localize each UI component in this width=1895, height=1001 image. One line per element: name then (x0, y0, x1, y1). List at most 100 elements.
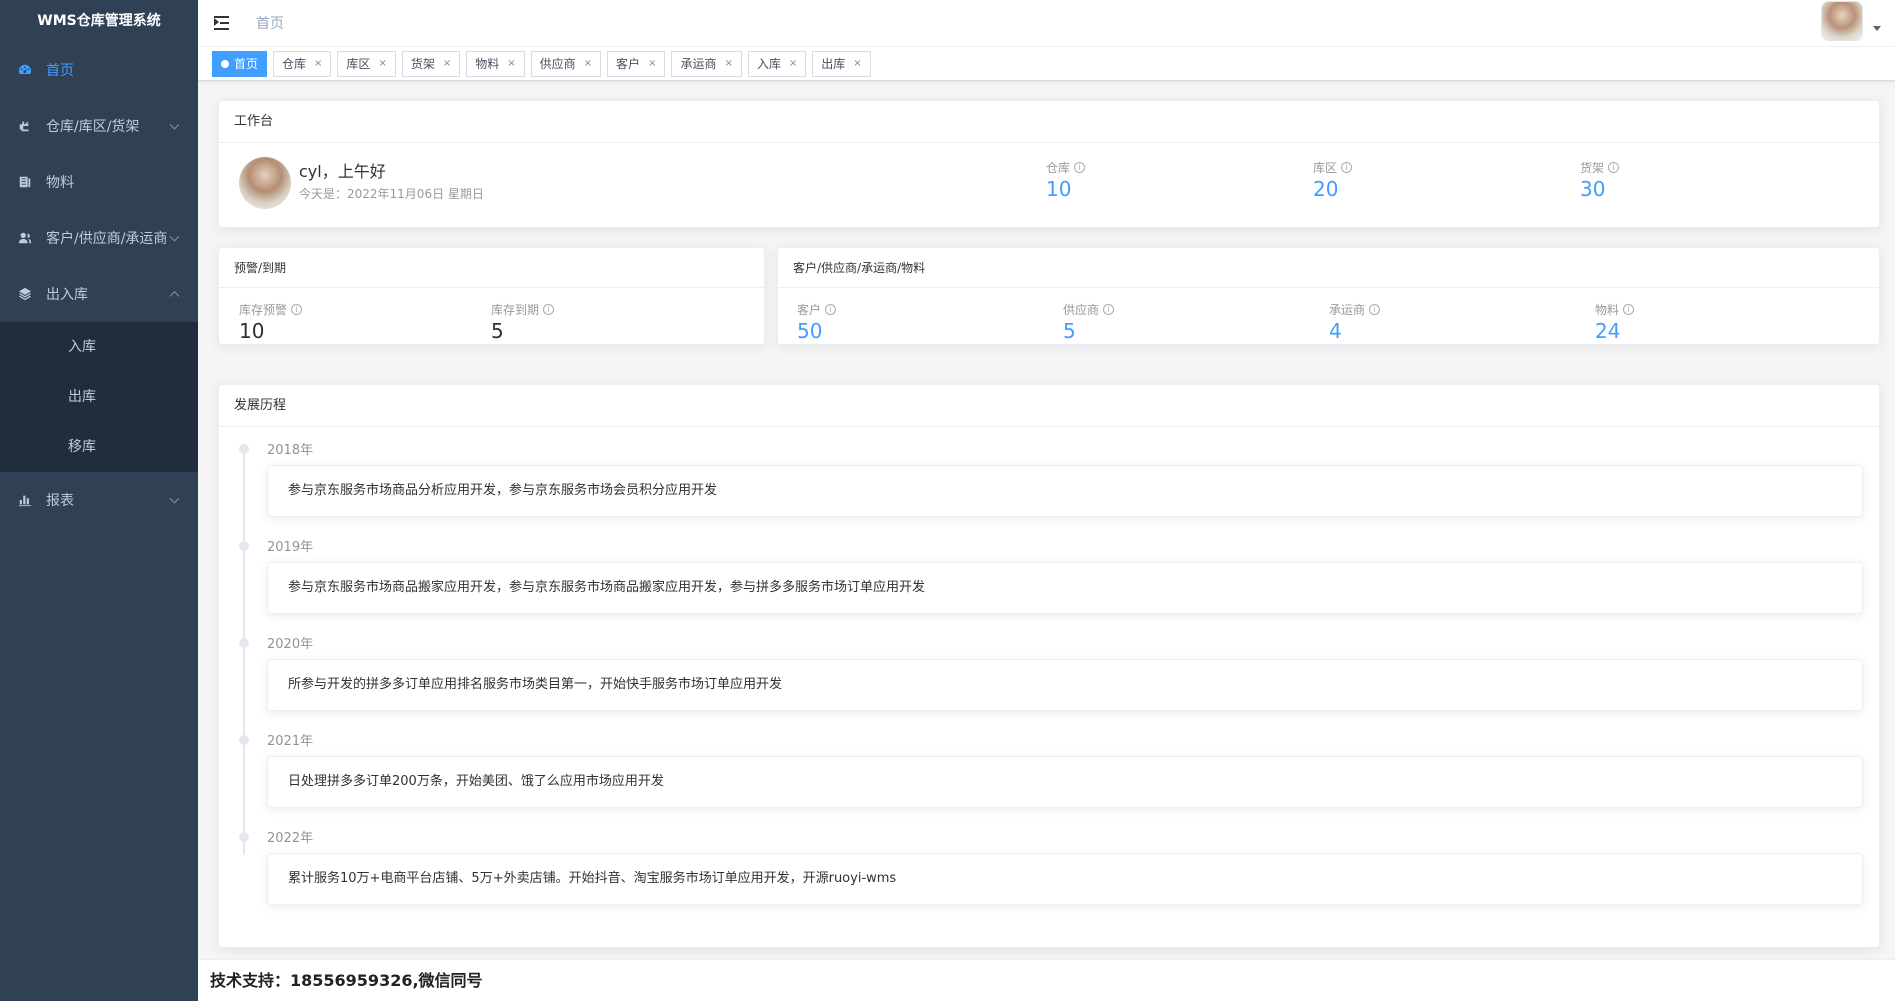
close-icon[interactable]: × (378, 52, 386, 76)
info-icon[interactable]: i (1623, 304, 1635, 315)
sidebar-item-partners[interactable]: 客户/供应商/承运商 (0, 210, 198, 266)
sidebar-subitem-outbound[interactable]: 出库 (0, 372, 198, 422)
info-icon[interactable]: i (1369, 304, 1381, 315)
stat-customer: 客户 i 50 (797, 301, 837, 342)
timeline-year: 2021年 (267, 734, 314, 749)
content-area: 工作台 cyl，上午好 今天是：2022年11月06日 星期日 仓库 i 10 库… (198, 82, 1895, 958)
tag-inbound[interactable]: 入库 × (747, 50, 807, 77)
stat-value: 5 (1063, 319, 1076, 343)
sidebar-item-material[interactable]: 物料 (0, 154, 198, 210)
timeline-card: 参与京东服务市场商品搬家应用开发，参与京东服务市场商品搬家应用开发，参与拼多多服… (267, 562, 1863, 614)
stat-label: 物料 (1595, 303, 1620, 317)
sidebar-item-reports[interactable]: 报表 (0, 472, 198, 528)
chevron-down-icon (169, 119, 180, 130)
timeline-item: 2021年 日处理拼多多订单200万条，开始美团、饿了么应用市场应用开发 (219, 728, 1879, 825)
tag-label: 仓库 (282, 56, 307, 71)
warning-card: 预警/到期 库存预警 i 10 库存到期 i 5 (218, 247, 765, 345)
close-icon[interactable]: × (507, 52, 515, 76)
info-icon[interactable]: i (1103, 304, 1115, 315)
stat-supplier: 供应商 i 5 (1063, 301, 1115, 343)
sidebar-item-label: 报表 (46, 493, 74, 509)
sidebar-item-label: 首页 (46, 63, 74, 79)
stat-label: 库存预警 (239, 303, 288, 317)
timeline-year: 2018年 (267, 443, 314, 458)
avatar (239, 157, 291, 209)
workbench-card: 工作台 cyl，上午好 今天是：2022年11月06日 星期日 仓库 i 10 库… (218, 100, 1880, 228)
stat-label: 供应商 (1063, 303, 1100, 317)
caret-down-icon[interactable] (1873, 26, 1881, 31)
history-title: 发展历程 (219, 385, 1879, 427)
timeline-card: 累计服务10万+电商平台店铺、5万+外卖店铺。开始抖音、淘宝服务市场订单应用开发… (267, 853, 1863, 905)
close-icon[interactable]: × (584, 52, 592, 76)
sidebar-item-home[interactable]: 首页 (0, 42, 198, 98)
tag-warehouse[interactable]: 仓库 × (273, 50, 332, 77)
stat-value: 5 (491, 319, 504, 343)
tag-label: 首页 (234, 56, 259, 71)
close-icon[interactable]: × (443, 52, 451, 76)
tag-label: 货架 (410, 56, 435, 71)
tag-supplier[interactable]: 供应商 × (530, 50, 602, 77)
greeting-text: cyl，上午好 (299, 162, 386, 181)
tag-label: 出库 (821, 56, 846, 71)
hamburger-icon[interactable] (214, 15, 234, 31)
stat-label: 货架 (1580, 161, 1605, 175)
date-text: 今天是：2022年11月06日 星期日 (299, 187, 484, 201)
tag-material[interactable]: 物料 × (466, 50, 525, 77)
tag-shelf[interactable]: 货架 × (401, 50, 461, 77)
sidebar-item-warehouse[interactable]: 仓库/库区/货架 (0, 98, 198, 154)
stat-label: 库存到期 (491, 303, 540, 317)
close-icon[interactable]: × (648, 52, 656, 76)
layers-icon (18, 287, 32, 301)
close-icon[interactable]: × (853, 52, 861, 76)
stat-value: 4 (1329, 319, 1342, 343)
history-card: 发展历程 2018年 参与京东服务市场商品分析应用开发，参与京东服务市场会员积分… (218, 384, 1880, 948)
people-icon (18, 231, 32, 245)
stat-label: 库区 (1313, 161, 1338, 175)
tag-carrier[interactable]: 承运商 × (671, 50, 742, 77)
chevron-down-icon (169, 231, 180, 242)
sidebar-subitem-inbound[interactable]: 入库 (0, 322, 198, 372)
warning-title: 预警/到期 (219, 248, 764, 288)
timeline-dot (239, 832, 249, 842)
sidebar-subitem-transfer[interactable]: 移库 (0, 422, 198, 472)
tag-label: 库区 (346, 56, 371, 71)
close-icon[interactable]: × (314, 52, 322, 76)
tag-area[interactable]: 库区 × (337, 50, 396, 77)
stat-carrier: 承运商 i 4 (1329, 301, 1381, 343)
tags-view: 首页 仓库 × 库区 × 货架 × 物料 × 供应商 × 客户 × 承运商 × 入库 × 出库 × (198, 47, 1895, 81)
stat-value: 10 (239, 319, 265, 343)
info-icon[interactable]: i (825, 304, 837, 315)
navbar: 首页 (198, 0, 1895, 47)
tag-outbound[interactable]: 出库 × (812, 50, 871, 77)
user-avatar[interactable] (1821, 1, 1863, 41)
timeline-dot (239, 735, 249, 745)
breadcrumb[interactable]: 首页 (256, 13, 284, 33)
info-icon[interactable]: i (291, 304, 303, 315)
active-dot-icon (221, 59, 229, 68)
stat-warehouse: 仓库 i 10 (1046, 159, 1086, 200)
relations-title: 客户/供应商/承运商/物料 (778, 248, 1879, 288)
info-icon[interactable]: i (1341, 162, 1353, 173)
timeline-item: 2019年 参与京东服务市场商品搬家应用开发，参与京东服务市场商品搬家应用开发，… (219, 534, 1879, 631)
app-logo-title[interactable]: WMS仓库管理系统 (0, 0, 198, 42)
tag-label: 供应商 (539, 56, 576, 71)
tag-home[interactable]: 首页 (212, 50, 268, 77)
close-icon[interactable]: × (724, 52, 732, 76)
tag-label: 物料 (475, 56, 500, 71)
info-icon[interactable]: i (1074, 162, 1086, 173)
timeline-item: 2020年 所参与开发的拼多多订单应用排名服务市场类目第一，开始快手服务市场订单… (219, 631, 1879, 728)
relations-card: 客户/供应商/承运商/物料 客户 i 50 供应商 i 5 承运商 i 4 物料 i 2… (777, 247, 1880, 345)
info-icon[interactable]: i (1608, 162, 1620, 173)
stat-value: 30 (1580, 177, 1606, 201)
close-icon[interactable]: × (789, 52, 797, 76)
timeline-dot (239, 638, 249, 648)
stat-value: 24 (1595, 319, 1621, 343)
sidebar-item-inout[interactable]: 出入库 (0, 266, 198, 322)
sidebar-item-label: 出入库 (46, 287, 88, 303)
dashboard-icon (18, 63, 32, 77)
tag-customer[interactable]: 客户 × (607, 50, 666, 77)
info-icon[interactable]: i (543, 304, 555, 315)
timeline-dot (239, 444, 249, 454)
material-icon (18, 175, 32, 189)
workbench-title: 工作台 (219, 101, 1879, 143)
